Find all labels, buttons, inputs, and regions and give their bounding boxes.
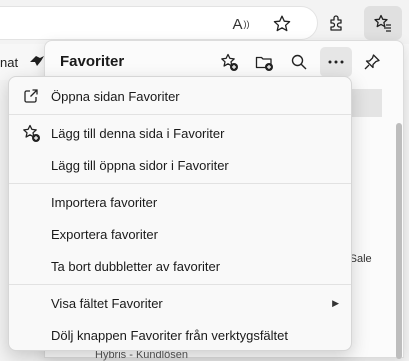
- read-aloud-icon[interactable]: A)): [226, 12, 256, 36]
- browser-toolbar: A)): [0, 0, 409, 44]
- add-favorite-icon: [21, 124, 41, 142]
- panel-title: Favoriter: [60, 53, 125, 70]
- menu-item-label: Lägg till denna sida i Favoriter: [51, 125, 225, 141]
- favorites-hub-icon[interactable]: [364, 6, 402, 40]
- menu-item-label: Visa fältet Favoriter: [51, 295, 163, 311]
- menu-item-import[interactable]: Importera favoriter: [9, 186, 351, 218]
- read-aloud-glyph: A: [232, 15, 243, 33]
- menu-separator: [9, 183, 351, 184]
- menu-item-add-this-page[interactable]: Lägg till denna sida i Favoriter: [9, 117, 351, 149]
- add-folder-icon[interactable]: [250, 49, 278, 75]
- search-icon[interactable]: [285, 49, 313, 75]
- favbar-item-label[interactable]: nat: [0, 55, 18, 70]
- submenu-arrow-icon: ▶: [332, 298, 339, 308]
- favorites-more-menu: Öppna sidan Favoriter Lägg till denna si…: [8, 76, 352, 351]
- extensions-icon[interactable]: [322, 8, 352, 38]
- menu-item-open-favorites-page[interactable]: Öppna sidan Favoriter: [9, 80, 351, 112]
- add-favorite-icon[interactable]: [215, 49, 243, 75]
- menu-item-remove-duplicates[interactable]: Ta bort dubbletter av favoriter: [9, 250, 351, 282]
- more-options-icon[interactable]: [320, 47, 352, 77]
- menu-item-label: Importera favoriter: [51, 194, 158, 210]
- menu-item-label: Lägg till öppna sidor i Favoriter: [51, 157, 229, 173]
- menu-item-add-open-pages[interactable]: Lägg till öppna sidor i Favoriter: [9, 149, 351, 181]
- menu-item-export[interactable]: Exportera favoriter: [9, 218, 351, 250]
- menu-item-label: Öppna sidan Favoriter: [51, 88, 180, 104]
- menu-item-label: Exportera favoriter: [51, 226, 158, 242]
- open-external-icon: [21, 87, 41, 105]
- menu-item-hide-favorites-button[interactable]: Dölj knappen Favoriter från verktygsfält…: [9, 319, 351, 351]
- scrollbar[interactable]: [396, 123, 402, 359]
- menu-separator: [9, 114, 351, 115]
- pin-icon[interactable]: [358, 49, 386, 75]
- menu-item-label: Dölj knappen Favoriter från verktygsfält…: [51, 327, 288, 343]
- menu-item-show-favorites-bar[interactable]: Visa fältet Favoriter ▶: [9, 287, 351, 319]
- menu-separator: [9, 284, 351, 285]
- menu-item-label: Ta bort dubbletter av favoriter: [51, 258, 221, 274]
- favorite-star-icon[interactable]: [268, 10, 296, 38]
